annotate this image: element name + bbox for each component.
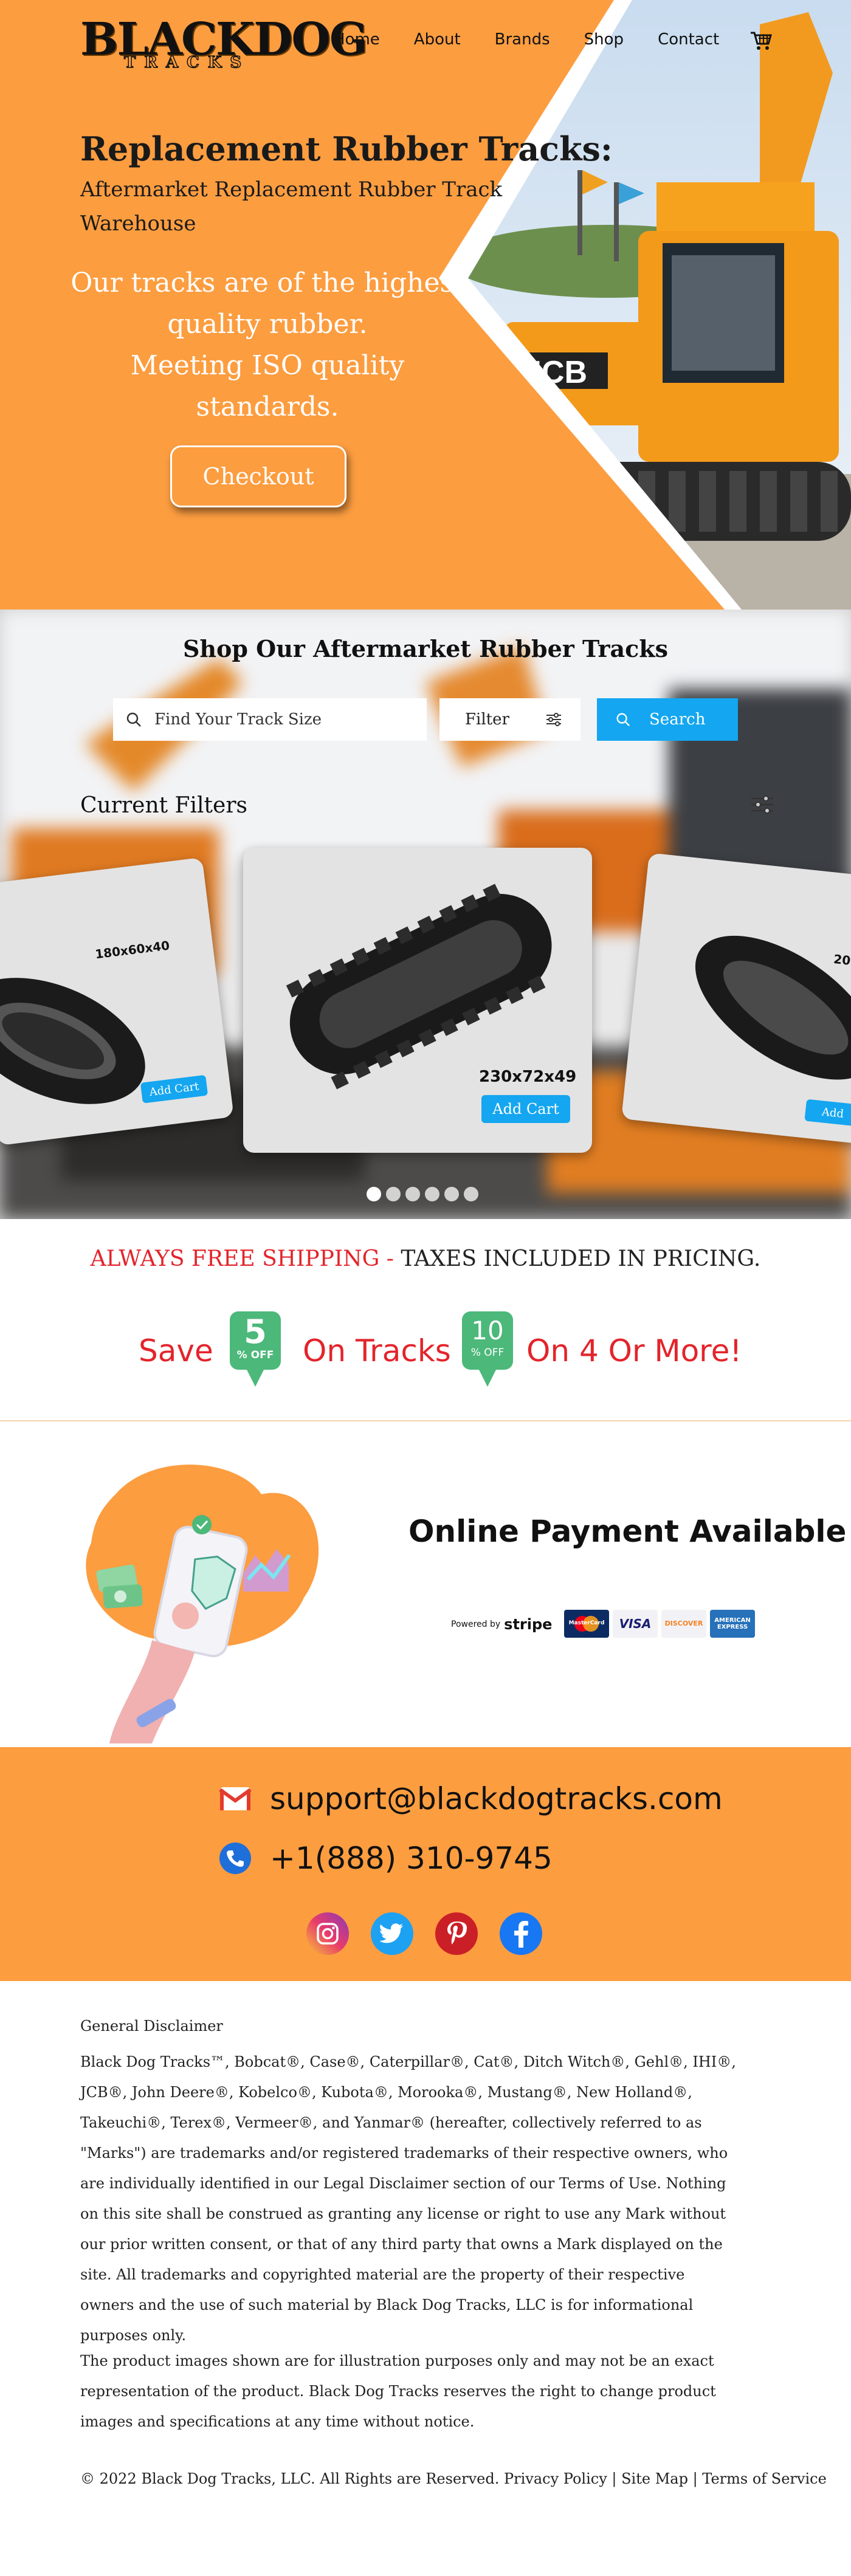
disclaimer-text: Black Dog Tracks™, Bobcat®, Case®, Cater…	[80, 2053, 736, 2344]
carousel-dot[interactable]	[367, 1187, 381, 1201]
phone-link[interactable]: +1(888) 310-9745	[270, 1841, 553, 1876]
filter-settings-icon[interactable]	[750, 794, 774, 816]
carousel-dot[interactable]	[405, 1187, 420, 1201]
nav-home[interactable]: Home	[333, 30, 380, 49]
mastercard-logo: MasterCard	[564, 1610, 609, 1638]
privacy-policy-link[interactable]: Privacy Policy	[504, 2470, 607, 2487]
pinterest-p-icon	[447, 1922, 467, 1945]
footer: General Disclaimer Black Dog Tracks™, Bo…	[0, 1981, 851, 2576]
copyright-text: © 2022 Black Dog Tracks, LLC. All Rights…	[80, 2470, 500, 2487]
on-tracks-text: On Tracks	[303, 1333, 451, 1369]
carousel-dot[interactable]	[444, 1187, 459, 1201]
product-card[interactable]: 230x72x49 Add Cart	[243, 848, 592, 1153]
on-four-or-more-text: On 4 Or More!	[526, 1333, 742, 1369]
product-card[interactable]: 180x60x40 Add Cart	[0, 857, 234, 1146]
accepted-cards: MasterCard VISA DISCOVER AMERICAN EXPRES…	[564, 1610, 755, 1638]
site-map-link[interactable]: Site Map	[621, 2470, 688, 2487]
blackdog-logo[interactable]: BLACKDOG TRACKS	[80, 17, 368, 73]
carousel-pagination	[367, 1187, 478, 1201]
carousel-dot[interactable]	[464, 1187, 478, 1201]
powered-by-stripe: Powered by stripe	[451, 1616, 552, 1633]
copyright-line: © 2022 Black Dog Tracks, LLC. All Rights…	[80, 2470, 827, 2487]
save-text: Save	[139, 1333, 213, 1369]
online-payment-title: Online Payment Available	[408, 1514, 847, 1549]
instagram-icon[interactable]	[306, 1912, 349, 1955]
filter-label: Filter	[465, 710, 509, 729]
disclaimer-title: General Disclaimer	[80, 2018, 223, 2035]
product-size: 230x72x49	[479, 1068, 577, 1086]
rubber-track-image	[0, 978, 145, 1104]
social-links	[306, 1912, 542, 1955]
search-icon	[126, 712, 141, 727]
cart-icon[interactable]	[749, 28, 773, 52]
nav-contact[interactable]: Contact	[658, 30, 719, 49]
separator-text: -	[379, 1246, 401, 1271]
nav-brands[interactable]: Brands	[495, 30, 550, 49]
phone-contact: +1(888) 310-9745	[219, 1841, 553, 1876]
free-shipping-text: ALWAYS FREE SHIPPING	[90, 1246, 380, 1271]
facebook-icon[interactable]	[500, 1912, 542, 1955]
payment-section: Online Payment Available Powered by stri…	[0, 1421, 851, 1747]
powered-by-text: Powered by	[451, 1619, 501, 1629]
badge-text: % OFF	[470, 1347, 505, 1359]
promo-section: ALWAYS FREE SHIPPING - TAXES INCLUDED IN…	[0, 1219, 851, 1421]
sliders-icon	[546, 713, 561, 726]
shipping-banner: ALWAYS FREE SHIPPING - TAXES INCLUDED IN…	[0, 1246, 851, 1271]
product-card[interactable]: 200x Add	[621, 853, 851, 1144]
logo-subtitle: TRACKS	[123, 53, 250, 72]
hero-section: JCB BLACKDOG TRACKS Home About Brands Sh…	[0, 0, 851, 610]
email-contact: support@blackdogtracks.com	[219, 1781, 723, 1816]
nav-shop[interactable]: Shop	[584, 30, 624, 49]
contact-section: support@blackdogtracks.com +1(888) 310-9…	[0, 1747, 851, 1981]
discover-logo: DISCOVER	[661, 1610, 706, 1638]
hero-subtitle: Aftermarket Replacement Rubber Track War…	[80, 177, 503, 236]
nav-about[interactable]: About	[414, 30, 461, 49]
twitter-bird-icon	[380, 1923, 403, 1943]
current-filters-title: Current Filters	[80, 793, 248, 818]
facebook-f-icon	[514, 1921, 528, 1948]
hero-title: Replacement Rubber Tracks:	[80, 129, 613, 168]
hero-tagline-line2: Meeting ISO quality standards.	[130, 350, 405, 422]
ten-percent-badge: 10 % OFF	[462, 1311, 513, 1392]
shop-title: Shop Our Aftermarket Rubber Tracks	[182, 635, 669, 662]
search-button[interactable]: Search	[597, 698, 738, 741]
hero-tagline-line1: Our tracks are of the highest quality ru…	[71, 267, 464, 340]
mail-icon	[219, 1787, 252, 1810]
search-button-label: Search	[649, 710, 706, 729]
shop-section: Shop Our Aftermarket Rubber Tracks Find …	[0, 610, 851, 1219]
add-cart-button[interactable]: Add Cart	[481, 1095, 570, 1123]
main-nav: Home About Brands Shop Contact	[333, 30, 719, 49]
badge-text: % OFF	[236, 1349, 274, 1361]
stripe-logo: stripe	[504, 1616, 553, 1633]
carousel-dot[interactable]	[386, 1187, 401, 1201]
badge-number: 10	[471, 1316, 504, 1345]
carousel-dot[interactable]	[425, 1187, 439, 1201]
pinterest-icon[interactable]	[435, 1912, 478, 1955]
hero-tagline: Our tracks are of the highest quality ru…	[67, 263, 468, 428]
track-size-search-input[interactable]: Find Your Track Size	[113, 698, 427, 741]
instagram-glyph-icon	[317, 1923, 339, 1945]
email-link[interactable]: support@blackdogtracks.com	[270, 1781, 723, 1816]
search-placeholder: Find Your Track Size	[154, 710, 322, 729]
amex-logo: AMERICAN EXPRESS	[710, 1610, 755, 1638]
phone-icon	[219, 1843, 251, 1874]
taxes-text: TAXES INCLUDED IN PRICING.	[401, 1246, 761, 1271]
search-icon	[616, 713, 630, 727]
images-notice: The product images shown are for illustr…	[80, 2352, 716, 2430]
badge-number: 5	[244, 1313, 267, 1351]
checkout-button[interactable]: Checkout	[170, 445, 346, 507]
twitter-icon[interactable]	[371, 1912, 413, 1955]
phone-payment-illustration	[86, 1465, 319, 1743]
terms-of-service-link[interactable]: Terms of Service	[702, 2470, 826, 2487]
five-percent-badge: 5 % OFF	[230, 1311, 281, 1392]
filter-button[interactable]: Filter	[439, 698, 581, 741]
visa-logo: VISA	[613, 1610, 658, 1638]
